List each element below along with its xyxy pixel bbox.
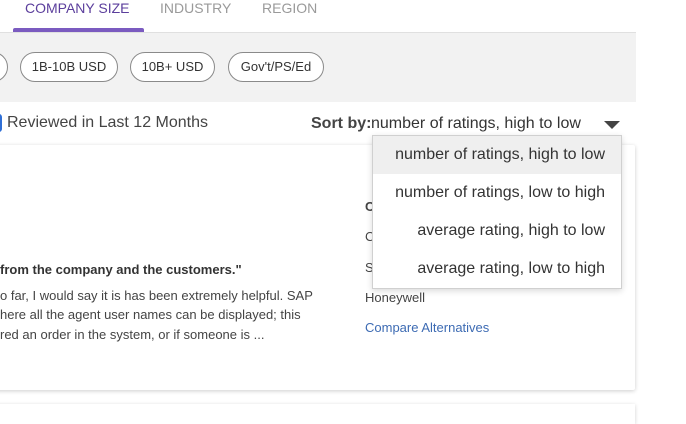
review-body-line: o far, I would say it is has been extrem… [0, 288, 313, 303]
sort-option-average-high-low[interactable]: average rating, high to low [417, 222, 605, 240]
review-headline: from the company and the customers." [0, 262, 242, 277]
caret-down-icon[interactable] [604, 121, 620, 129]
sort-option-average-low-high[interactable]: average rating, low to high [417, 260, 605, 278]
sort-option-ratings-low-high[interactable]: number of ratings, low to high [395, 184, 605, 202]
compare-alternatives-link[interactable]: Compare Alternatives [365, 320, 489, 335]
review-body-line: red an order in the system, or if someon… [0, 327, 265, 342]
filter-tabs: COMPANY SIZE INDUSTRY REGION [0, 0, 636, 32]
sort-label: Sort by: [311, 115, 372, 132]
filter-chip-label: 10B+ USD [141, 59, 204, 74]
filter-chip-partial[interactable] [0, 52, 8, 82]
tab-industry-label: INDUSTRY [160, 0, 232, 16]
tab-industry[interactable]: INDUSTRY [160, 0, 231, 32]
filter-chip-bar: 1B-10B USD 10B+ USD Gov't/PS/Ed [0, 32, 636, 103]
tab-company-size-label: COMPANY SIZE [25, 0, 130, 16]
tab-company-size[interactable]: COMPANY SIZE [13, 0, 144, 32]
recent-reviews-checkbox[interactable] [0, 114, 2, 132]
tab-region[interactable]: REGION [262, 0, 317, 32]
recent-reviews-label: Reviewed in Last 12 Months [7, 114, 208, 131]
reviewer-company: Honeywell [365, 290, 425, 305]
sort-select[interactable]: number of ratings, high to low [371, 115, 581, 133]
filter-chip-label: 1B-10B USD [31, 59, 107, 74]
sort-option-ratings-high-low[interactable]: number of ratings, high to low [395, 146, 605, 164]
review-card-next [0, 404, 635, 424]
sort-dropdown-menu: number of ratings, high to low number of… [372, 135, 622, 289]
filter-chip-label: Gov't/PS/Ed [240, 59, 312, 74]
filter-chip-1b-10b[interactable]: 1B-10B USD [20, 52, 118, 82]
filter-chip-10b-plus[interactable]: 10B+ USD [130, 52, 215, 82]
filter-chip-govt[interactable]: Gov't/PS/Ed [228, 52, 324, 82]
review-body-line: here all the agent user names can be dis… [0, 307, 301, 322]
tab-region-label: REGION [262, 0, 318, 16]
